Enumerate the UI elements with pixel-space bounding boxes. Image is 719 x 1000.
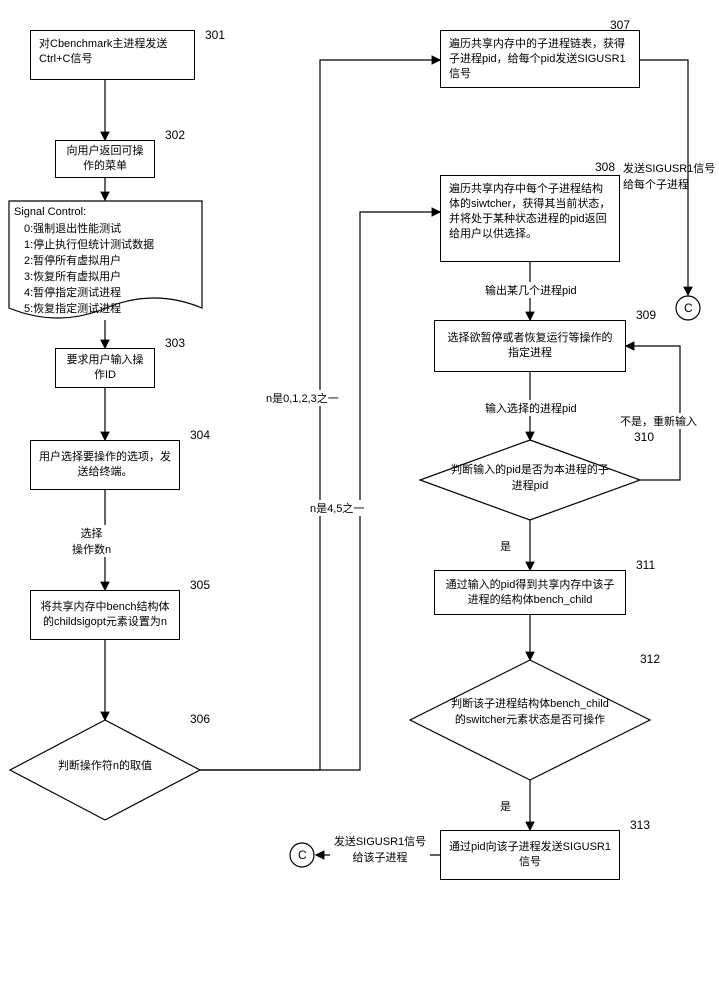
edge-no-reenter: 不是，重新输入 <box>620 413 697 429</box>
menu-line-3: 3:恢复所有虚拟用户 <box>14 268 194 284</box>
step-308-side: 发送SIGUSR1信号给每个子进程 <box>623 160 719 192</box>
edge-out-pid: 输出某几个进程pid <box>485 282 577 298</box>
step-302-num: 302 <box>165 128 185 142</box>
menu-line-4: 4:暂停指定测试进程 <box>14 284 194 300</box>
step-305-text: 将共享内存中bench结构体的childsigopt元素设置为n <box>39 600 171 630</box>
step-301-num: 301 <box>205 28 225 42</box>
step-302: 向用户返回可操作的菜单 <box>55 140 155 178</box>
step-303-text: 要求用户输入操作ID <box>64 353 146 383</box>
step-308: 遍历共享内存中每个子进程结构体的siwtcher，获得其当前状态，并将处于某种状… <box>440 175 620 262</box>
edge-n0123: n是0,1,2,3之一 <box>266 390 339 406</box>
step-307: 遍历共享内存中的子进程链表，获得子进程pid，给每个pid发送SIGUSR1信号 <box>440 30 640 88</box>
step-302-text: 向用户返回可操作的菜单 <box>64 144 146 174</box>
step-309-num: 309 <box>636 308 656 322</box>
step-311-num: 311 <box>636 558 655 572</box>
edge-yes-1: 是 <box>500 538 511 554</box>
menu-title: Signal Control: <box>14 206 194 218</box>
step-301: 对Cbenchmark主进程发送Ctrl+C信号 <box>30 30 195 80</box>
step-303-num: 303 <box>165 336 185 350</box>
step-307-text: 遍历共享内存中的子进程链表，获得子进程pid，给每个pid发送SIGUSR1信号 <box>449 38 626 80</box>
edge-send-child: 发送SIGUSR1信号给该子进程 <box>330 833 430 865</box>
step-311-text: 通过输入的pid得到共享内存中该子进程的结构体bench_child <box>443 578 617 608</box>
step-303: 要求用户输入操作ID <box>55 348 155 388</box>
step-310-num: 310 <box>634 430 654 444</box>
edge-select-n: 选择 操作数n <box>72 525 111 557</box>
step-309-text: 选择欲暂停或者恢复运行等操作的指定进程 <box>443 331 617 361</box>
menu-line-1: 1:停止执行但统计测试数据 <box>14 236 194 252</box>
menu-content: Signal Control: 0:强制退出性能测试 1:停止执行但统计测试数据… <box>14 206 194 316</box>
step-304: 用户选择要操作的选项，发送给终端。 <box>30 440 180 490</box>
step-313: 通过pid向该子进程发送SIGUSR1信号 <box>440 830 620 880</box>
step-308-text: 遍历共享内存中每个子进程结构体的siwtcher，获得其当前状态，并将处于某种状… <box>449 183 610 240</box>
edge-n45: n是4,5之一 <box>310 500 364 516</box>
step-304-num: 304 <box>190 428 210 442</box>
step-312-num: 312 <box>640 652 660 666</box>
menu-line-5: 5:恢复指定测试进程 <box>14 300 194 316</box>
step-310-text: 判断输入的pid是否为本进程的子进程pid <box>450 461 610 493</box>
menu-line-0: 0:强制退出性能测试 <box>14 220 194 236</box>
connector-c-right: C <box>684 301 693 315</box>
menu-line-2: 2:暂停所有虚拟用户 <box>14 252 194 268</box>
step-312-text: 判断该子进程结构体bench_child的switcher元素状态是否可操作 <box>450 695 610 727</box>
step-306-num: 306 <box>190 712 210 726</box>
step-308-num: 308 <box>595 160 615 174</box>
step-313-text: 通过pid向该子进程发送SIGUSR1信号 <box>449 840 611 870</box>
flowchart-canvas: 对Cbenchmark主进程发送Ctrl+C信号 301 向用户返回可操作的菜单… <box>0 0 719 1000</box>
step-305-num: 305 <box>190 578 210 592</box>
step-313-num: 313 <box>630 818 650 832</box>
edge-input-pid: 输入选择的进程pid <box>485 400 577 416</box>
connector-c-bottom: C <box>298 848 307 862</box>
edge-yes-2: 是 <box>500 798 511 814</box>
step-305: 将共享内存中bench结构体的childsigopt元素设置为n <box>30 590 180 640</box>
step-309: 选择欲暂停或者恢复运行等操作的指定进程 <box>434 320 626 372</box>
step-311: 通过输入的pid得到共享内存中该子进程的结构体bench_child <box>434 570 626 615</box>
step-307-num: 307 <box>610 18 630 32</box>
step-301-text: 对Cbenchmark主进程发送Ctrl+C信号 <box>39 38 167 65</box>
step-304-text: 用户选择要操作的选项，发送给终端。 <box>39 450 171 480</box>
step-306-text: 判断操作符n的取值 <box>40 757 170 773</box>
